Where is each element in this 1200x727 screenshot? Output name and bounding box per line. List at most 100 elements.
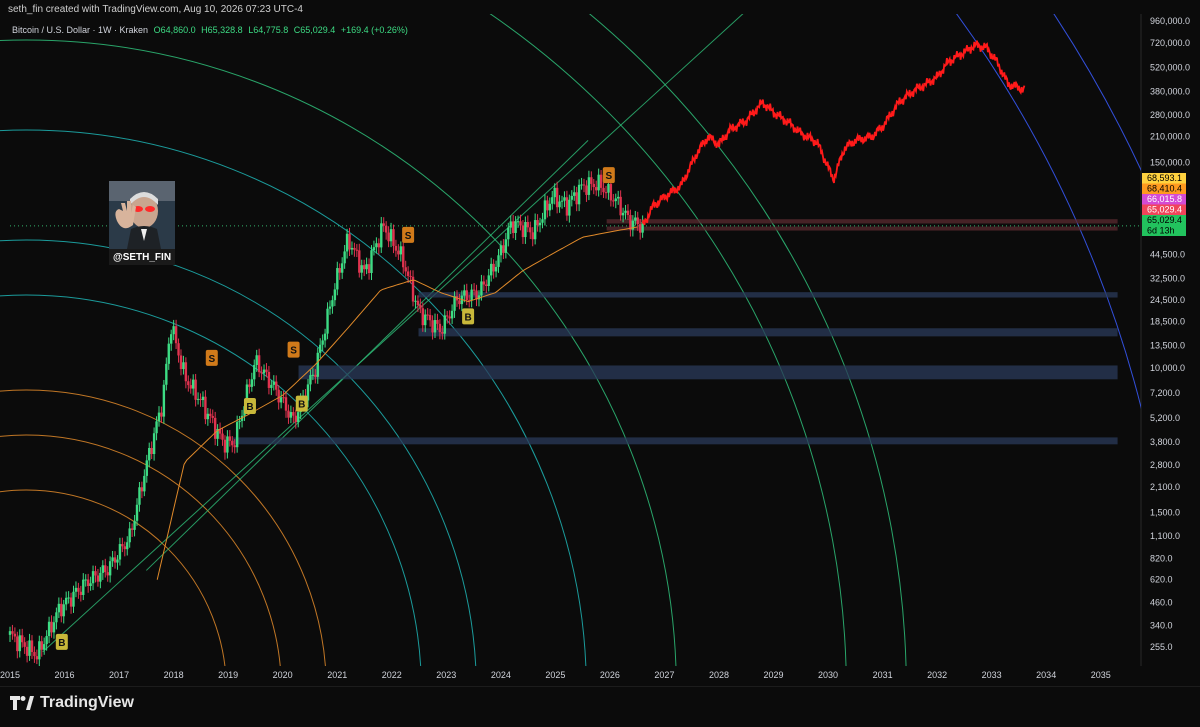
- candle-body: [553, 187, 556, 198]
- price-zone: [418, 328, 1118, 337]
- avatar-image-icon: [109, 181, 175, 249]
- candle-body: [231, 440, 234, 446]
- candle-body: [89, 583, 92, 587]
- candle-body: [514, 221, 517, 233]
- price-zone: [233, 437, 1118, 445]
- time-axis-tick: 2015: [0, 670, 20, 680]
- candle-body: [621, 212, 625, 216]
- candle-body: [79, 591, 83, 595]
- candle-body: [189, 385, 192, 389]
- candle-body: [563, 197, 566, 201]
- price-axis-tick: 280,000.0: [1150, 110, 1190, 120]
- candle-body: [387, 232, 390, 242]
- buy-signal-marker: B: [55, 633, 68, 650]
- tradingview-brand[interactable]: TradingView: [10, 694, 134, 712]
- candle-body: [152, 433, 156, 455]
- candle-body: [253, 364, 256, 380]
- candle-body: [284, 397, 288, 411]
- candle-body: [84, 579, 87, 581]
- candle-body: [358, 250, 361, 273]
- candle-body: [345, 233, 349, 252]
- candle-body: [541, 219, 544, 223]
- candle-body: [213, 417, 217, 439]
- candle-body: [626, 210, 630, 216]
- candle-body: [380, 223, 383, 248]
- price-axis-tick: 150,000.0: [1150, 157, 1190, 167]
- candle-body: [260, 372, 263, 374]
- candle-body: [206, 413, 210, 420]
- candle-body: [16, 636, 19, 652]
- candle-body: [226, 436, 229, 453]
- buy-signal-marker: B: [243, 398, 256, 415]
- candle-body: [118, 544, 122, 560]
- price-chart[interactable]: B S B S B S B S 2015 2016 2017 2018 2019 2020 2021 202…: [0, 0, 1200, 726]
- candle-body: [187, 381, 190, 386]
- candle-body: [362, 265, 366, 270]
- buy-signal-marker: B: [295, 395, 308, 412]
- candle-body: [333, 289, 337, 301]
- candle-body: [201, 396, 205, 401]
- candle-body: [145, 460, 148, 476]
- candle-body: [458, 300, 461, 305]
- candle-body: [526, 222, 530, 228]
- price-axis-tick: 380,000.0: [1150, 87, 1190, 97]
- candle-body: [267, 371, 271, 388]
- candle-body: [233, 445, 236, 448]
- candle-body: [355, 249, 359, 251]
- candle-body: [8, 631, 12, 635]
- price-axis-tick: 1,100.0: [1150, 531, 1180, 541]
- candle-body: [370, 250, 373, 273]
- candle-body: [399, 246, 403, 255]
- price-label-badge: 65,029.4: [1142, 204, 1186, 215]
- candle-body: [348, 233, 351, 250]
- candle-body: [265, 369, 268, 372]
- price-axis-tick: 44,500.0: [1150, 250, 1185, 260]
- avatar-handle: @SETH_FIN: [112, 252, 172, 263]
- candle-body: [560, 200, 564, 202]
- candle-body: [533, 220, 537, 240]
- candle-body: [196, 398, 200, 400]
- candle-body: [323, 333, 327, 341]
- sell-signal-marker: S: [205, 349, 218, 366]
- candle-body: [33, 651, 36, 657]
- candle-body: [94, 571, 97, 576]
- price-axis[interactable]: 960,000.0 720,000.0 520,000.0 380,000.0 280,…: [1150, 16, 1190, 652]
- candle-body: [529, 227, 532, 233]
- candle-body: [277, 389, 280, 403]
- price-label-text: 65,029.4: [1147, 215, 1182, 225]
- candle-body: [148, 448, 151, 461]
- price-label-badge: 65,029.4: [1142, 215, 1186, 226]
- candle-body: [150, 448, 153, 455]
- candle-body: [372, 247, 376, 251]
- candle-body: [287, 410, 290, 418]
- candle-body: [35, 656, 39, 660]
- price-axis-tick: 32,500.0: [1150, 274, 1185, 284]
- time-axis-tick: 2026: [600, 670, 620, 680]
- candle-body: [394, 245, 398, 251]
- candle-body: [104, 565, 107, 573]
- candle-body: [99, 572, 102, 582]
- candle-body: [67, 597, 70, 599]
- price-zone: [606, 226, 1118, 231]
- candle-body: [521, 225, 525, 238]
- candle-body: [397, 250, 400, 255]
- candle-body: [353, 247, 356, 250]
- candle-body: [182, 362, 185, 370]
- candle-body: [592, 183, 595, 188]
- candle-body: [170, 334, 173, 344]
- price-zone: [418, 292, 1118, 298]
- candle-body: [555, 187, 559, 208]
- candle-body: [392, 229, 395, 246]
- candle-body: [543, 200, 547, 220]
- candle-body: [453, 296, 456, 311]
- candle-body: [179, 355, 183, 370]
- candle-body: [409, 275, 412, 277]
- candle-body: [91, 571, 95, 584]
- candle-body: [421, 308, 424, 326]
- price-label-badge: 68,593.1: [1142, 173, 1186, 184]
- time-axis-tick: 2021: [327, 670, 347, 680]
- price-axis-tick: 340.0: [1150, 620, 1173, 630]
- candle-body: [275, 381, 278, 390]
- candle-body: [82, 579, 85, 595]
- time-axis[interactable]: 2015 2016 2017 2018 2019 2020 2021 2022 2023 2024…: [0, 670, 1111, 680]
